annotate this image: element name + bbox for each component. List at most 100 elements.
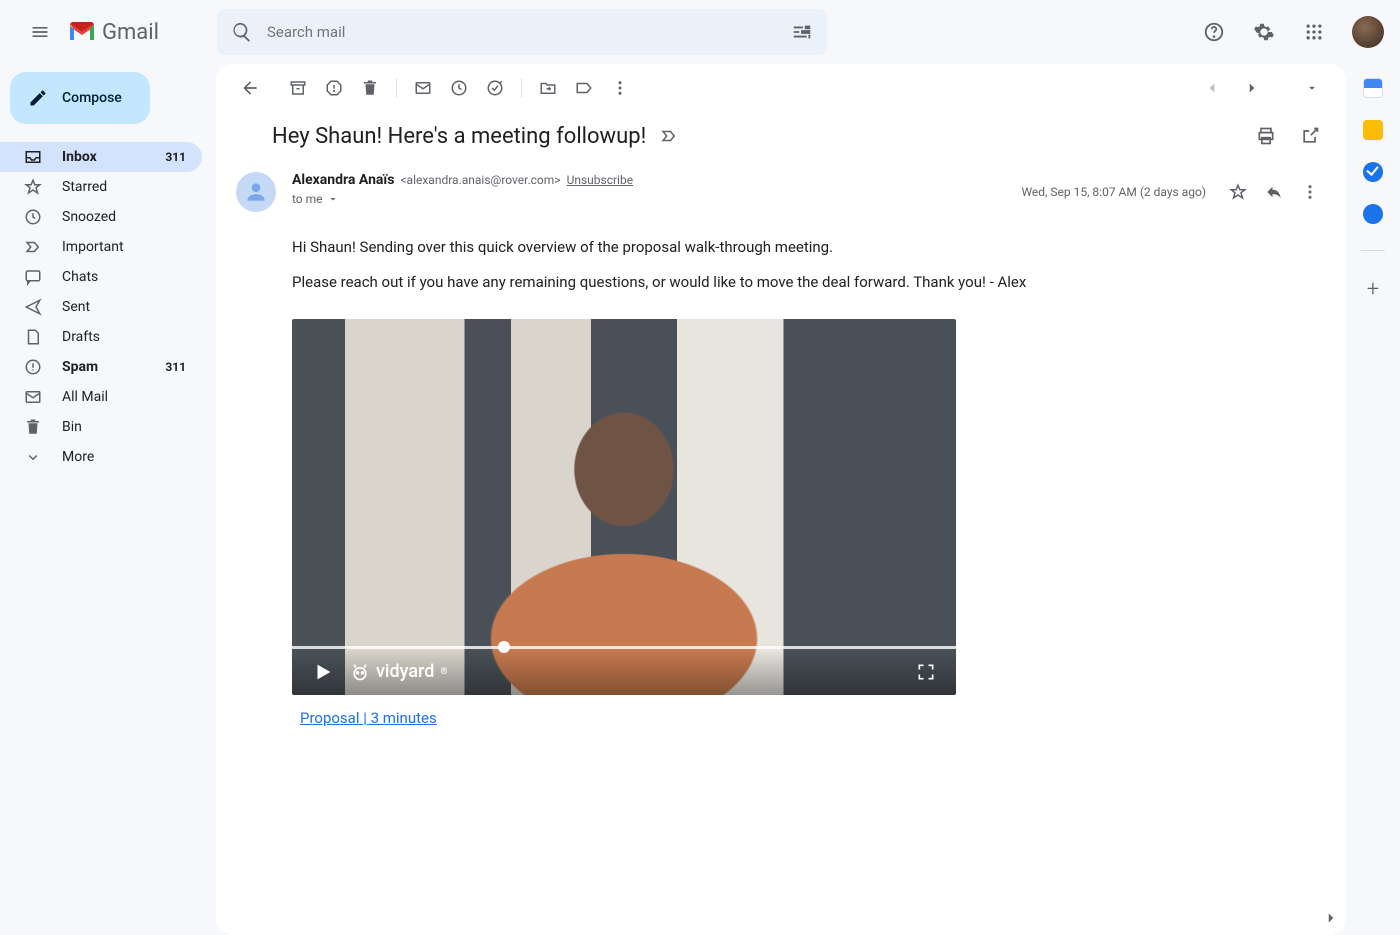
sidebar-item-count: 311 — [165, 150, 186, 164]
to-line: to me — [292, 192, 323, 206]
caret-down-icon — [1305, 81, 1319, 95]
tasks-app-icon[interactable] — [1363, 162, 1383, 182]
star-icon — [1229, 183, 1247, 201]
gmail-logo-icon — [68, 21, 96, 43]
keep-app-icon[interactable] — [1363, 120, 1383, 140]
task-icon — [486, 79, 504, 97]
vidyard-logo-icon — [350, 662, 370, 682]
clock-icon — [450, 79, 468, 97]
more-icon — [24, 448, 44, 466]
folder-move-icon — [539, 79, 557, 97]
important-icon — [660, 127, 678, 145]
spam-icon — [325, 79, 343, 97]
account-avatar[interactable] — [1352, 16, 1384, 48]
print-icon — [1256, 126, 1276, 146]
arrow-left-icon — [240, 78, 260, 98]
input-tools-button[interactable] — [1294, 70, 1330, 106]
prev-email-button[interactable] — [1194, 70, 1230, 106]
unsubscribe-link[interactable]: Unsubscribe — [567, 173, 634, 187]
calendar-app-icon[interactable] — [1363, 78, 1383, 98]
labels-button[interactable] — [566, 70, 602, 106]
sender-email: <alexandra.anais@rover.com> — [400, 173, 560, 187]
open-window-button[interactable] — [1294, 120, 1326, 152]
sidebar-item-bin[interactable]: Bin — [0, 412, 202, 442]
apps-grid-icon — [1304, 22, 1324, 42]
archive-button[interactable] — [280, 70, 316, 106]
sidebar-item-chats[interactable]: Chats — [0, 262, 202, 292]
chevron-right-icon — [1243, 79, 1261, 97]
add-task-button[interactable] — [477, 70, 513, 106]
inbox-icon — [24, 148, 44, 166]
sidebar-item-snoozed[interactable]: Snoozed — [0, 202, 202, 232]
move-to-button[interactable] — [530, 70, 566, 106]
label-icon — [575, 79, 593, 97]
sidebar-item-label: Bin — [62, 419, 186, 435]
contacts-app-icon[interactable] — [1363, 204, 1383, 224]
apps-button[interactable] — [1294, 12, 1334, 52]
report-spam-button[interactable] — [316, 70, 352, 106]
back-button[interactable] — [232, 70, 268, 106]
star-button[interactable] — [1222, 176, 1254, 208]
sidebar-item-label: Drafts — [62, 329, 186, 345]
caret-down-icon — [327, 193, 339, 205]
compose-label: Compose — [62, 90, 122, 106]
sidebar-item-spam[interactable]: Spam311 — [0, 352, 202, 382]
sidebar-item-starred[interactable]: Starred — [0, 172, 202, 202]
sidebar: Compose Inbox311 Starred Snoozed Important C… — [0, 64, 216, 935]
side-panel: + — [1346, 64, 1400, 935]
clock-icon — [24, 208, 44, 226]
sidebar-item-label: Starred — [62, 179, 186, 195]
sidebar-item-inbox[interactable]: Inbox311 — [0, 142, 202, 172]
snooze-button[interactable] — [441, 70, 477, 106]
message-more-button[interactable] — [1294, 176, 1326, 208]
important-icon — [24, 238, 44, 256]
chevron-left-icon — [1203, 79, 1221, 97]
important-marker[interactable] — [660, 127, 678, 145]
collapse-panel-button[interactable] — [1322, 909, 1340, 927]
recipient-dropdown[interactable]: to me — [292, 192, 1021, 206]
email-subject: Hey Shaun! Here's a meeting followup! — [272, 124, 646, 149]
video-thumbnail[interactable]: vidyard® — [292, 319, 956, 695]
send-icon — [24, 298, 44, 316]
gmail-logo[interactable]: Gmail — [68, 20, 159, 45]
support-button[interactable] — [1194, 12, 1234, 52]
email-content: Hey Shaun! Here's a meeting followup! Al… — [216, 64, 1346, 935]
more-actions-button[interactable] — [602, 70, 638, 106]
search-input[interactable] — [267, 23, 791, 41]
body-paragraph: Please reach out if you have any remaini… — [292, 271, 1112, 294]
play-button[interactable] — [312, 661, 334, 683]
mark-unread-button[interactable] — [405, 70, 441, 106]
person-icon — [243, 179, 269, 205]
sidebar-item-label: Chats — [62, 269, 186, 285]
tune-icon[interactable] — [791, 21, 813, 43]
fullscreen-button[interactable] — [916, 662, 936, 682]
sidebar-item-all-mail[interactable]: All Mail — [0, 382, 202, 412]
bin-icon — [24, 418, 44, 436]
sidebar-item-more[interactable]: More — [0, 442, 202, 472]
compose-button[interactable]: Compose — [10, 72, 150, 124]
search-bar[interactable] — [217, 9, 827, 55]
sidebar-item-drafts[interactable]: Drafts — [0, 322, 202, 352]
sender-name: Alexandra Anaïs — [292, 172, 394, 188]
more-vert-icon — [611, 79, 629, 97]
reply-button[interactable] — [1258, 176, 1290, 208]
print-button[interactable] — [1250, 120, 1282, 152]
delete-button[interactable] — [352, 70, 388, 106]
settings-button[interactable] — [1244, 12, 1284, 52]
sidebar-item-label: Sent — [62, 299, 186, 315]
spam-icon — [24, 358, 44, 376]
help-icon — [1203, 21, 1225, 43]
video-link[interactable]: Proposal | 3 minutes — [300, 709, 437, 727]
sidebar-item-sent[interactable]: Sent — [0, 292, 202, 322]
sidebar-item-important[interactable]: Important — [0, 232, 202, 262]
add-apps-button[interactable]: + — [1367, 277, 1379, 302]
separator — [1361, 250, 1385, 251]
menu-button[interactable] — [16, 8, 64, 56]
reply-icon — [1265, 183, 1283, 201]
next-email-button[interactable] — [1234, 70, 1270, 106]
sender-avatar[interactable] — [236, 172, 276, 212]
video-brand: vidyard® — [350, 661, 447, 682]
draft-icon — [24, 328, 44, 346]
sidebar-item-label: Important — [62, 239, 186, 255]
trash-icon — [361, 79, 379, 97]
